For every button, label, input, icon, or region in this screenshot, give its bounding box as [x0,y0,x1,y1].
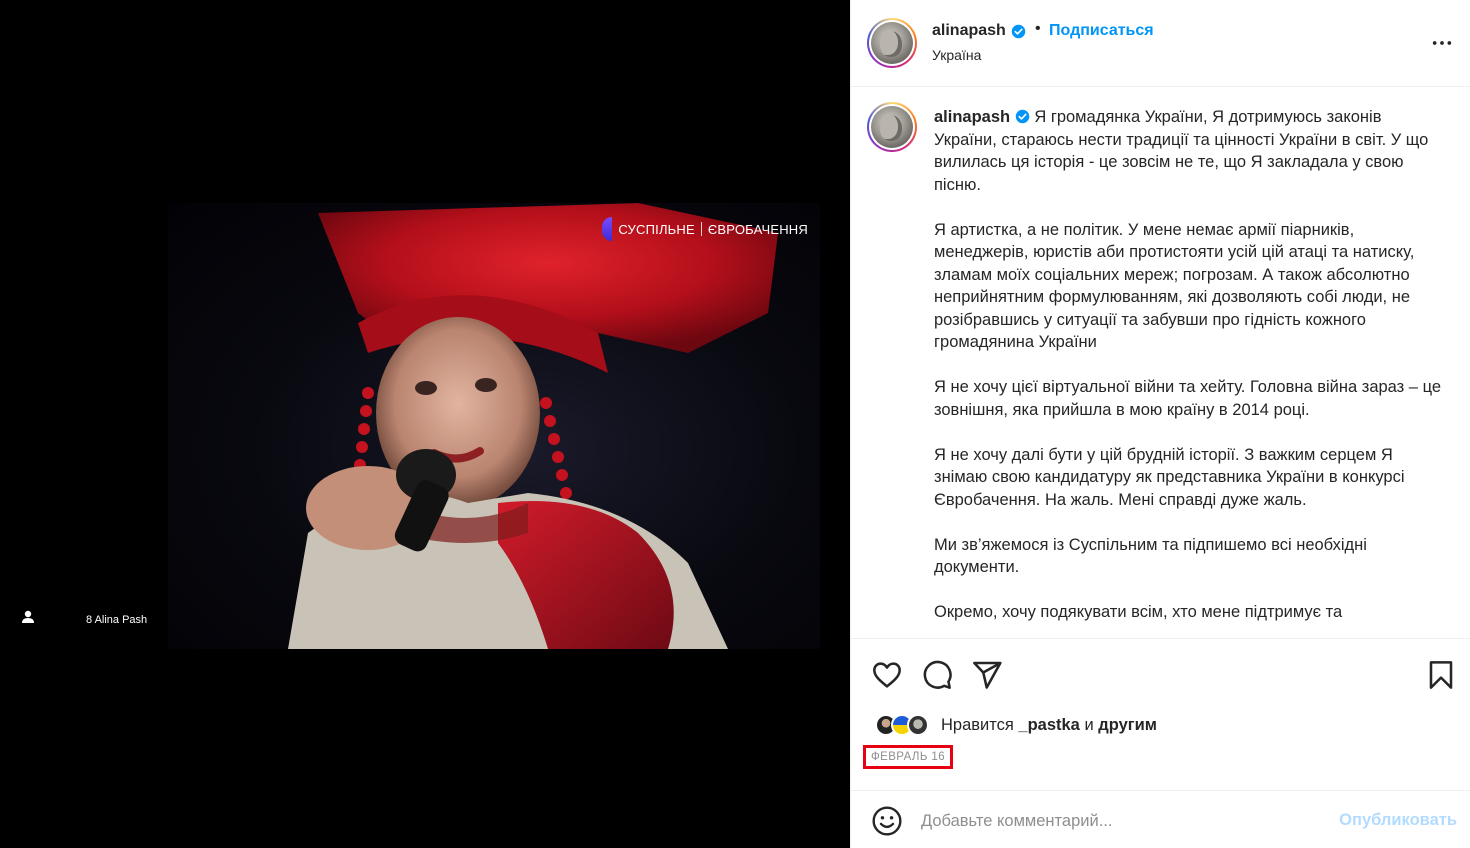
caption-area: alinapash Я громадянка України, Я дотрим… [851,88,1470,638]
bookmark-icon[interactable] [1425,659,1457,691]
likes-text: Нравится _pastka и другим [941,716,1157,735]
person-icon [22,610,34,623]
caption-paragraph: Я не хочу цієї віртуальної війни та хейт… [934,378,1442,419]
watermark-left: СУСПІЛЬНЕ [618,221,695,237]
likes-others-link[interactable]: другим [1098,716,1157,734]
caption-username[interactable]: alinapash [934,108,1010,126]
broadcaster-logo-icon [602,217,613,241]
video-still [288,203,778,649]
video-caption-overlay: 8 Alina Pash [86,614,148,626]
broadcaster-watermark: СУСПІЛЬНЕ ЄВРОБАЧЕННЯ [602,217,808,241]
action-bar [851,638,1470,710]
comment-input[interactable] [921,807,1321,835]
watermark-divider [700,222,702,236]
caption-paragraph: Окремо, хочу подякувати всім, хто мене п… [934,603,1343,621]
liker-username[interactable]: _pastka [1018,716,1079,734]
likes-summary[interactable]: Нравится _pastka и другим [875,712,1157,738]
more-options-icon[interactable] [1431,32,1453,54]
caption-paragraph: Я артистка, а не політик. У мене немає а… [934,220,1415,352]
caption-text: alinapash Я громадянка України, Я дотрим… [934,106,1446,638]
avatar-image [871,106,913,148]
caption-avatar[interactable] [867,102,917,152]
header-separator: • [1035,20,1041,37]
tagged-users-button[interactable] [17,606,39,628]
avatar-image [871,22,913,64]
post-date[interactable]: ФЕВРАЛЬ 16 [863,745,953,769]
heart-icon[interactable] [871,659,903,691]
author-username[interactable]: alinapash [932,22,1006,40]
likes-prefix: Нравится [941,715,1014,734]
liker-avatar[interactable] [907,714,929,736]
watermark-right: ЄВРОБАЧЕННЯ [707,221,808,237]
verified-badge-icon [1011,24,1026,39]
follow-button[interactable]: Подписаться [1049,22,1154,40]
publish-button[interactable]: Опубликовать [1339,811,1457,830]
media-pane: СУСПІЛЬНЕ ЄВРОБАЧЕННЯ 8 Alina Pash [0,0,850,848]
post-header: alinapash • Подписаться Україна [851,0,1470,87]
post-side-panel: alinapash • Подписаться Україна alinapas… [850,0,1470,848]
share-icon[interactable] [971,659,1003,691]
caption-paragraph: Ми зв’яжемося із Суспільним та підпишемо… [934,535,1367,577]
emoji-icon[interactable] [871,805,903,837]
comment-icon[interactable] [921,659,953,691]
post-video[interactable]: СУСПІЛЬНЕ ЄВРОБАЧЕННЯ [168,203,820,649]
post-location[interactable]: Україна [932,47,981,63]
caption-paragraph: Я не хочу далі бути у цій брудній історі… [934,445,1405,509]
likes-conjunction: и [1084,715,1094,734]
author-avatar[interactable] [867,18,917,68]
comment-bar: Опубликовать [851,790,1470,848]
verified-badge-icon [1015,109,1029,124]
